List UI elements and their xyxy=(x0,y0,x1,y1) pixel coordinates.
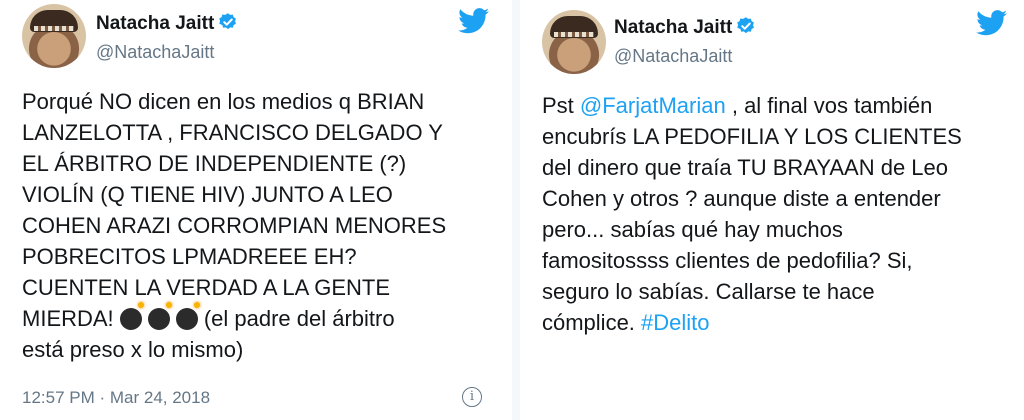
mention-link[interactable]: @FarjatMarian xyxy=(580,93,726,118)
avatar[interactable] xyxy=(542,10,606,74)
tweet-card-2: Natacha Jaitt @NatachaJaitt Pst @FarjatM… xyxy=(522,0,1024,352)
hashtag-link[interactable]: #Delito xyxy=(641,310,709,335)
author-handle[interactable]: @NatachaJaitt xyxy=(96,42,214,63)
info-icon[interactable]: i xyxy=(462,387,482,407)
tweet-text: Porqué NO dicen en los medios q BRIAN LA… xyxy=(22,86,502,365)
twitter-bird-icon[interactable] xyxy=(458,8,490,34)
tweet-card-1: Natacha Jaitt @NatachaJaitt Porqué NO di… xyxy=(0,0,510,420)
tweet-text-body: , al final vos también encubrís LA PEDOF… xyxy=(542,93,962,335)
card-divider xyxy=(512,0,520,420)
author-handle[interactable]: @NatachaJaitt xyxy=(614,46,732,67)
author-name[interactable]: Natacha Jaitt xyxy=(96,12,238,35)
bomb-emoji xyxy=(119,302,144,330)
bomb-emoji xyxy=(147,302,172,330)
tweet-text-main: Porqué NO dicen en los medios q BRIAN LA… xyxy=(22,89,447,331)
author-name[interactable]: Natacha Jaitt xyxy=(614,16,756,39)
tweet-text: Pst @FarjatMarian , al final vos también… xyxy=(542,90,1018,338)
tweet-text-prefix: Pst xyxy=(542,93,580,118)
twitter-bird-icon[interactable] xyxy=(976,10,1008,36)
author-name-text[interactable]: Natacha Jaitt xyxy=(614,17,732,38)
bomb-emoji xyxy=(175,302,200,330)
avatar[interactable] xyxy=(22,4,86,68)
verified-badge-icon xyxy=(737,17,755,34)
author-name-text[interactable]: Natacha Jaitt xyxy=(96,13,214,34)
verified-badge-icon xyxy=(219,13,237,30)
tweet-timestamp[interactable]: 12:57 PM · Mar 24, 2018 xyxy=(22,388,210,408)
